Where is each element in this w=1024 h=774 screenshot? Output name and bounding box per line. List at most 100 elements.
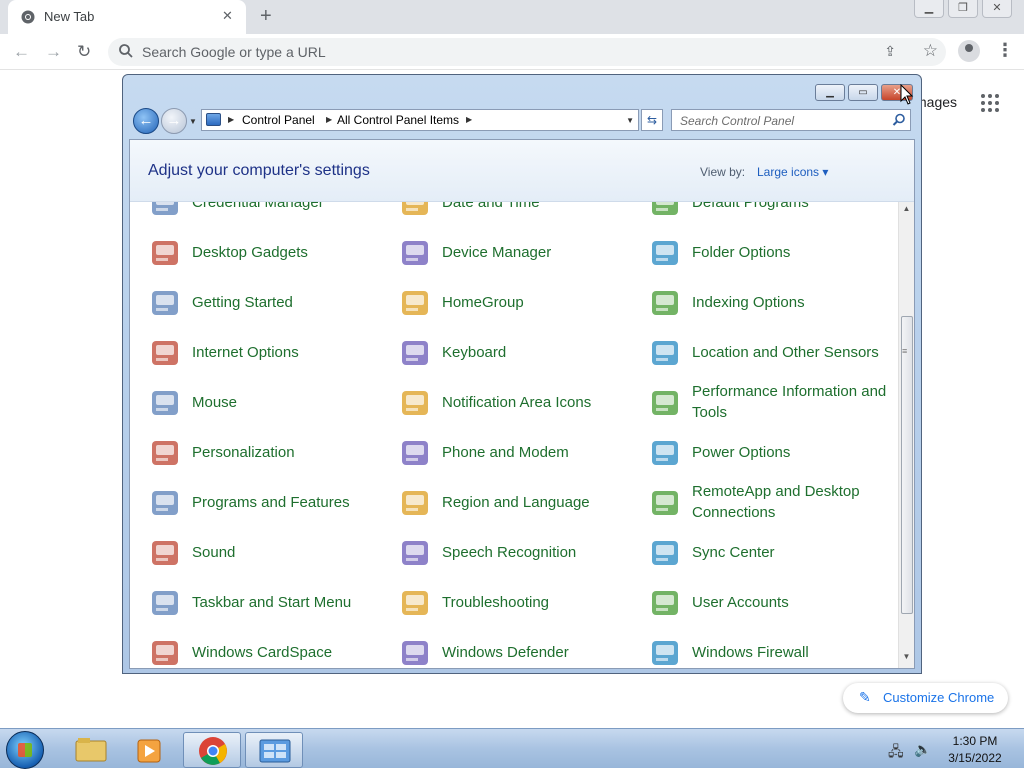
breadcrumb-chevron-icon[interactable]: ▶ — [228, 115, 234, 124]
control-panel-item-label: User Accounts — [692, 593, 789, 611]
control-panel-item[interactable]: Credential Manager — [148, 202, 398, 224]
control-panel-item[interactable]: Power Options — [648, 430, 898, 474]
control-panel-item[interactable]: Getting Started — [148, 280, 398, 324]
recent-pages-dropdown-icon[interactable]: ▼ — [189, 117, 197, 126]
omnibox[interactable]: Search Google or type a URL ⇪ ☆ — [108, 38, 946, 66]
control-panel-item[interactable]: Phone and Modem — [398, 430, 648, 474]
region-language-icon — [402, 491, 428, 515]
breadcrumb-control-panel[interactable]: Control Panel — [242, 113, 315, 127]
explorer-taskbar-icon[interactable] — [62, 732, 120, 768]
view-by-dropdown[interactable]: Large icons ▾ — [757, 165, 828, 179]
reload-icon[interactable]: ↻ — [77, 42, 91, 62]
control-panel-item[interactable]: Troubleshooting — [398, 580, 648, 624]
share-icon[interactable]: ⇪ — [884, 43, 896, 60]
customize-chrome-button[interactable]: ✎ Customize Chrome — [843, 683, 1008, 713]
google-apps-icon[interactable] — [981, 94, 999, 112]
page-title: Adjust your computer's settings — [148, 162, 370, 179]
control-panel-item[interactable]: Windows Defender — [398, 630, 648, 668]
control-panel-item[interactable]: Region and Language — [398, 480, 648, 524]
media-player-taskbar-icon[interactable] — [122, 732, 180, 768]
control-panel-item[interactable]: Device Manager — [398, 230, 648, 274]
personalization-icon — [152, 441, 178, 465]
address-bar[interactable]: ▶ Control Panel ▶ All Control Panel Item… — [201, 109, 639, 131]
scroll-down-icon[interactable]: ▼ — [899, 652, 914, 666]
control-panel-item[interactable]: Taskbar and Start Menu — [148, 580, 398, 624]
maximize-button[interactable]: ▭ — [848, 84, 878, 101]
control-panel-item[interactable]: Keyboard — [398, 330, 648, 374]
start-button[interactable] — [6, 731, 44, 769]
speech-recognition-icon — [402, 541, 428, 565]
control-panel-icon — [206, 113, 221, 126]
search-control-panel-input[interactable]: Search Control Panel — [671, 109, 911, 131]
control-panel-item[interactable]: Performance Information and Tools — [648, 380, 898, 424]
credential-manager-icon — [152, 202, 178, 215]
new-tab-button[interactable]: + — [260, 5, 272, 28]
content-header: Adjust your computer's settings View by:… — [130, 140, 914, 202]
control-panel-item[interactable]: Mouse — [148, 380, 398, 424]
volume-icon[interactable]: 🔈 — [914, 741, 931, 758]
control-panel-item[interactable]: Internet Options — [148, 330, 398, 374]
minimize-button[interactable]: ▁ — [815, 84, 845, 101]
control-panel-item[interactable]: Indexing Options — [648, 280, 898, 324]
control-panel-item[interactable]: Sound — [148, 530, 398, 574]
search-icon[interactable] — [892, 113, 906, 127]
network-icon[interactable]: 🖧 — [888, 741, 904, 765]
control-panel-item-label: Region and Language — [442, 493, 590, 511]
tab-close-icon[interactable]: ✕ — [222, 8, 233, 24]
vertical-scrollbar[interactable]: ▲ ≡ ▼ — [898, 202, 914, 668]
control-panel-item[interactable]: Location and Other Sensors — [648, 330, 898, 374]
control-panel-item[interactable]: Windows CardSpace — [148, 630, 398, 668]
tab-new-tab[interactable]: New Tab ✕ — [8, 0, 246, 34]
address-dropdown-icon[interactable]: ▼ — [626, 116, 634, 125]
control-panel-item[interactable]: Sync Center — [648, 530, 898, 574]
control-panel-icon — [259, 739, 291, 763]
control-panel-taskbar-icon[interactable] — [245, 732, 303, 768]
keyboard-icon — [402, 341, 428, 365]
breadcrumb-chevron-icon[interactable]: ▶ — [326, 115, 332, 124]
control-panel-item[interactable]: Windows Firewall — [648, 630, 898, 668]
system-clock[interactable]: 1:30 PM 3/15/2022 — [940, 733, 1010, 767]
control-panel-item[interactable]: Programs and Features — [148, 480, 398, 524]
back-button[interactable]: ← — [133, 108, 159, 134]
control-panel-item-label: Folder Options — [692, 243, 791, 261]
control-panel-item[interactable]: Desktop Gadgets — [148, 230, 398, 274]
scroll-up-icon[interactable]: ▲ — [899, 204, 914, 218]
chrome-minimize-button[interactable]: ▁ — [914, 0, 944, 18]
control-panel-item[interactable]: Notification Area Icons — [398, 380, 648, 424]
control-panel-item[interactable]: User Accounts — [648, 580, 898, 624]
control-panel-item-label: Getting Started — [192, 293, 293, 311]
chrome-restore-button[interactable]: ❐ — [948, 0, 978, 18]
forward-button[interactable]: → — [161, 108, 187, 134]
profile-avatar[interactable] — [958, 40, 980, 62]
default-programs-icon — [652, 202, 678, 215]
desktop-gadgets-icon — [152, 241, 178, 265]
refresh-icon[interactable]: ⇆ — [641, 109, 663, 131]
forward-arrow-icon[interactable]: → — [45, 42, 62, 62]
control-panel-item-label: Keyboard — [442, 343, 507, 361]
taskbar-start-icon — [152, 591, 178, 615]
control-panel-item[interactable]: Speech Recognition — [398, 530, 648, 574]
windows-defender-icon — [402, 641, 428, 665]
chrome-menu-icon[interactable]: ⋮ — [996, 40, 1014, 61]
back-arrow-icon[interactable]: ← — [13, 42, 30, 62]
bookmark-star-icon[interactable]: ☆ — [923, 41, 938, 61]
control-panel-item[interactable]: Personalization — [148, 430, 398, 474]
control-panel-item[interactable]: Default Programs — [648, 202, 898, 224]
remoteapp-icon — [652, 491, 678, 515]
sync-center-icon — [652, 541, 678, 565]
chrome-close-button[interactable]: ✕ — [982, 0, 1012, 18]
window-caption-buttons: ▁ ▭ ✕ — [812, 84, 913, 101]
view-by-value: Large icons — [757, 165, 820, 179]
breadcrumb-all-items[interactable]: All Control Panel Items — [337, 113, 459, 127]
omnibox-placeholder: Search Google or type a URL — [142, 44, 326, 60]
control-panel-item[interactable]: Folder Options — [648, 230, 898, 274]
troubleshooting-icon — [402, 591, 428, 615]
scrollbar-thumb[interactable] — [901, 316, 913, 614]
breadcrumb-chevron-icon[interactable]: ▶ — [466, 115, 472, 124]
chrome-taskbar-icon[interactable] — [183, 732, 241, 768]
control-panel-item-label: Speech Recognition — [442, 543, 577, 561]
control-panel-item[interactable]: HomeGroup — [398, 280, 648, 324]
control-panel-item[interactable]: RemoteApp and Desktop Connections — [648, 480, 898, 524]
control-panel-item[interactable]: Date and Time — [398, 202, 648, 224]
control-panel-item-label: Desktop Gadgets — [192, 243, 308, 261]
